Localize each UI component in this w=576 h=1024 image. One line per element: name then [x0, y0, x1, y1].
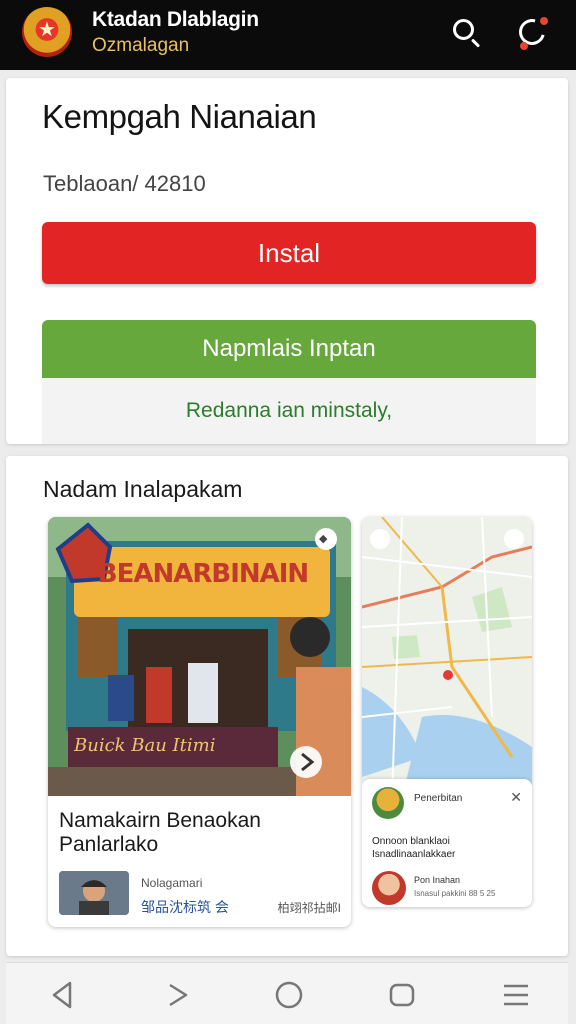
- tabs-button[interactable]: [382, 975, 422, 1015]
- tile-count: 柏翊祁拈邮I: [277, 901, 341, 915]
- place-avatar: [372, 787, 404, 819]
- header-subtitle: Ozmalagan: [92, 35, 190, 56]
- install-button[interactable]: Instal: [42, 222, 536, 284]
- menu-icon: [504, 984, 528, 1006]
- home-icon: [275, 981, 303, 1009]
- featured-section: Nadam Inalapakam BEANARBINAIN Buick Bau …: [6, 456, 568, 956]
- back-button[interactable]: [44, 975, 84, 1015]
- secondary-action-button[interactable]: Napmlais Inptan: [42, 320, 536, 378]
- app-meta: Teblaoan/ 42810: [43, 171, 206, 196]
- menu-button[interactable]: [496, 975, 536, 1015]
- next-arrow-icon[interactable]: [290, 746, 322, 778]
- video-badge-icon: ◆: [319, 533, 328, 545]
- tile-title: Namakairn Benaokan Panlarlako: [59, 809, 261, 856]
- user-name: Pon Inahan: [414, 875, 461, 885]
- tile-tags[interactable]: 邹品沈标筑 会: [141, 897, 229, 917]
- shop-sign-text: BEANARBINAIN: [97, 559, 309, 589]
- section-title: Nadam Inalapakam: [43, 476, 243, 502]
- user-avatar: [372, 871, 406, 905]
- shop-photo: BEANARBINAIN Buick Bau Itimi ◆: [48, 517, 351, 796]
- author-thumbnail: [59, 871, 129, 915]
- refresh-button[interactable]: [512, 12, 552, 52]
- header-title: Ktadan Dlablagin: [92, 8, 259, 31]
- user-meta: Isnasul pakkini 88 5 25: [414, 889, 496, 898]
- top-app-bar: ★ Ktadan Dlablagin Ozmalagan: [0, 0, 576, 70]
- shop-banner-text: Buick Bau Itimi: [74, 735, 216, 756]
- search-button[interactable]: [446, 12, 486, 52]
- emblem-logo-icon: ★: [22, 7, 72, 57]
- back-icon: [52, 981, 72, 1009]
- place-description: Onnoon blanklaoi Isnadlinaanlakkaer: [372, 836, 456, 860]
- secondary-note: Redanna ian minstaly,: [42, 378, 536, 444]
- forward-icon: [169, 983, 188, 1007]
- app-detail-card: Kempgah Nianaian Teblaoan/ 42810 Instal …: [6, 78, 568, 444]
- app-name: Kempgah Nianaian: [42, 98, 317, 135]
- forward-button[interactable]: [158, 975, 198, 1015]
- place-label: Penerbitan: [414, 793, 463, 804]
- home-button[interactable]: [269, 975, 309, 1015]
- close-icon[interactable]: ✕: [510, 789, 522, 806]
- bottom-navigation: [6, 962, 568, 1024]
- map-view[interactable]: [362, 517, 532, 797]
- map-tile[interactable]: Penerbitan ✕ Onnoon blanklaoi Isnadlinaa…: [362, 517, 532, 907]
- tile-author: Nolagamari: [141, 876, 203, 890]
- featured-tile[interactable]: BEANARBINAIN Buick Bau Itimi ◆ Namakairn…: [48, 517, 351, 927]
- map-info-card[interactable]: Penerbitan ✕ Onnoon blanklaoi Isnadlinaa…: [362, 779, 532, 907]
- tabs-icon: [389, 983, 415, 1007]
